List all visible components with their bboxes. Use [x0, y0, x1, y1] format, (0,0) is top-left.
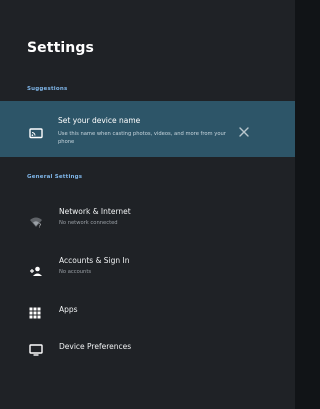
wifi-off-icon: ?: [29, 213, 43, 230]
close-icon: [239, 127, 249, 137]
suggestion-device-name[interactable]: Set your device name Use this name when …: [0, 101, 295, 157]
tv-icon: [29, 341, 43, 356]
page-title: Settings: [27, 40, 94, 56]
settings-item-label: Device Preferences: [59, 342, 132, 351]
settings-item-sub: No network connected: [59, 220, 118, 226]
svg-text:?: ?: [39, 224, 42, 229]
settings-item-apps[interactable]: Apps: [0, 296, 295, 324]
cast-icon: [29, 124, 43, 143]
add-person-icon: [29, 262, 43, 276]
suggestion-subtitle: Use this name when casting photos, video…: [58, 131, 226, 145]
settings-item-label: Accounts & Sign In: [59, 256, 130, 265]
settings-panel: Settings Suggestions Set your device nam…: [0, 0, 295, 409]
dismiss-suggestion-button[interactable]: [238, 123, 250, 137]
settings-item-accounts[interactable]: Accounts & Sign In No accounts: [0, 254, 295, 282]
settings-item-network[interactable]: ? Network & Internet No network connecte…: [0, 205, 295, 233]
settings-item-label: Network & Internet: [59, 207, 131, 216]
general-settings-section-label: General Settings: [27, 174, 83, 180]
apps-grid-icon: [29, 304, 43, 319]
settings-item-sub: No accounts: [59, 269, 92, 275]
settings-item-device-preferences[interactable]: Device Preferences: [0, 333, 295, 361]
settings-item-label: Apps: [59, 305, 78, 314]
suggestions-section-label: Suggestions: [27, 86, 68, 92]
suggestion-title: Set your device name: [58, 116, 141, 125]
